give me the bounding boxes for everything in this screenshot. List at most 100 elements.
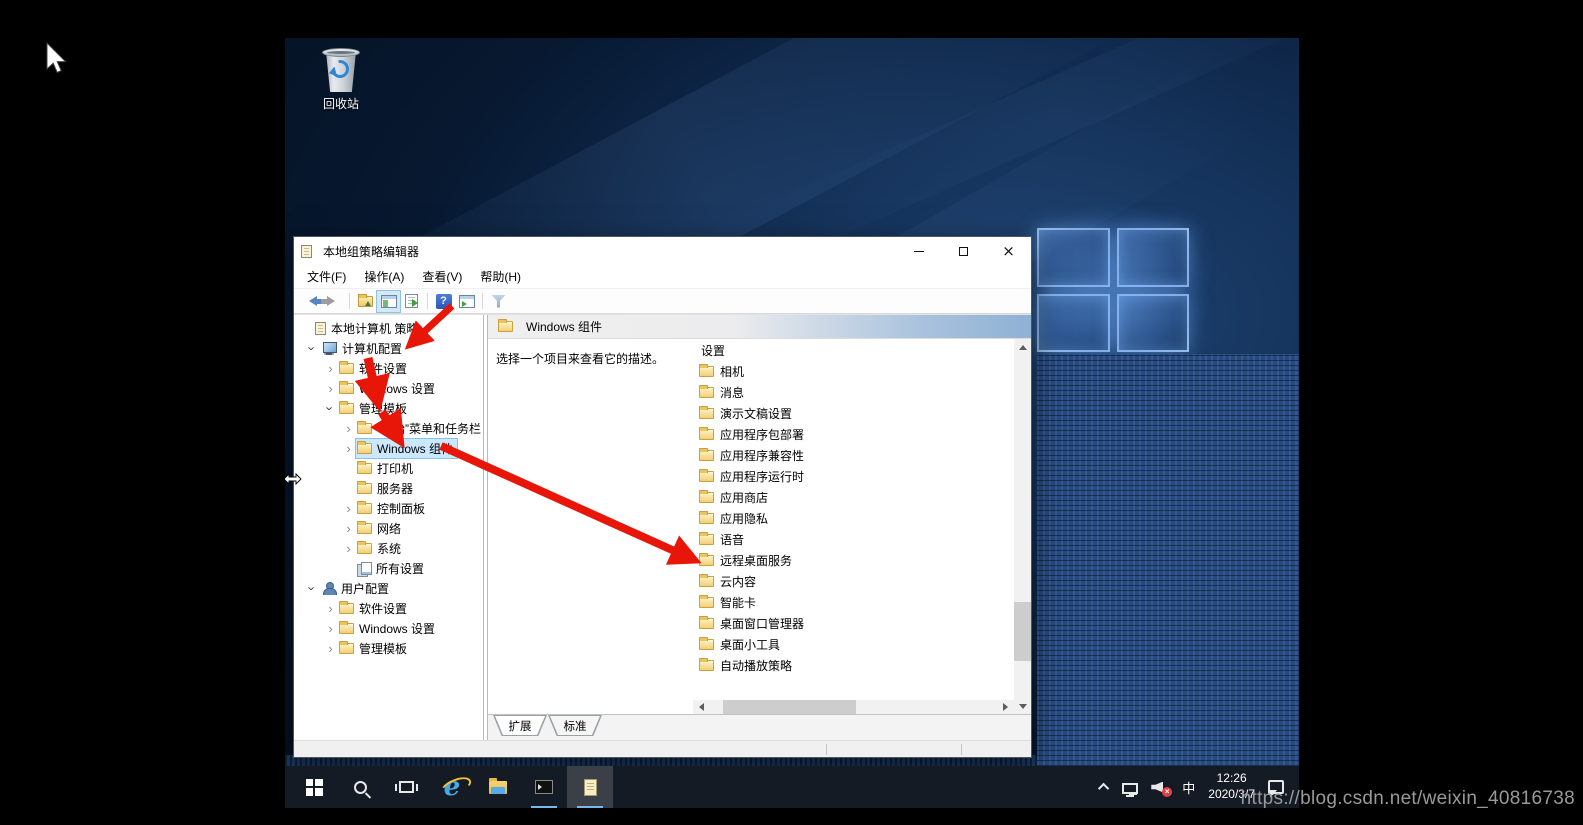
settings-item-label: 云内容: [720, 575, 757, 589]
folder-icon: [699, 364, 714, 377]
search-icon: [353, 780, 367, 794]
expander-icon[interactable]: [306, 582, 319, 595]
tree-item[interactable]: 计算机配置: [294, 338, 483, 358]
vertical-scrollbar[interactable]: [1014, 339, 1031, 714]
scroll-up-button[interactable]: [1014, 339, 1031, 354]
menu-item[interactable]: 操作(A): [355, 265, 413, 288]
scrollbar-thumb[interactable]: [723, 700, 857, 714]
forward-button[interactable]: [321, 291, 345, 312]
tree-item[interactable]: 控制面板: [294, 498, 483, 518]
toolbar-separator: [482, 293, 483, 309]
settings-list-item[interactable]: 语音: [699, 529, 1014, 550]
ime-indicator[interactable]: 中: [1182, 778, 1195, 797]
settings-list-item[interactable]: 云内容: [699, 571, 1014, 592]
view-tab[interactable]: 扩展: [493, 715, 547, 736]
folder-icon: [699, 385, 714, 398]
help-button[interactable]: ?: [432, 291, 455, 312]
view-tabs: 扩展 标准: [488, 714, 1031, 740]
settings-list-item[interactable]: 应用程序运行时: [699, 466, 1014, 487]
tree-item[interactable]: 服务器: [294, 478, 483, 498]
tree-item[interactable]: 本地计算机 策略: [294, 318, 483, 338]
command-prompt-button[interactable]: [521, 766, 567, 808]
tree-item-label: Windows 设置: [359, 381, 436, 396]
settings-list-item[interactable]: 应用隐私: [699, 508, 1014, 529]
scroll-right-button[interactable]: [998, 700, 1014, 714]
internet-explorer-icon: e: [443, 772, 461, 802]
expander-icon[interactable]: [342, 502, 355, 515]
scroll-down-button[interactable]: [1014, 699, 1031, 714]
expander-icon[interactable]: [324, 362, 337, 375]
expander-icon[interactable]: [324, 642, 337, 655]
settings-list-item[interactable]: 桌面小工具: [699, 634, 1014, 655]
scroll-left-button[interactable]: [693, 700, 709, 714]
tree-item[interactable]: 用户配置: [294, 578, 483, 598]
tree-item-label: Windows 组件: [377, 441, 454, 456]
taskbar-search-button[interactable]: [337, 766, 383, 808]
minimize-button[interactable]: [896, 237, 941, 265]
settings-list-item[interactable]: 应用程序包部署: [699, 424, 1014, 445]
start-button[interactable]: [291, 766, 337, 808]
scrollbar-thumb[interactable]: [1014, 602, 1031, 662]
tree-item[interactable]: “开始”菜单和任务栏: [294, 418, 483, 438]
expander-icon[interactable]: [324, 382, 337, 395]
settings-list-item[interactable]: 桌面窗口管理器: [699, 613, 1014, 634]
expander-icon[interactable]: [306, 342, 319, 355]
tree-item[interactable]: 软件设置: [294, 358, 483, 378]
gpedit-icon: [583, 778, 597, 796]
show-action-pane-button[interactable]: [455, 291, 478, 312]
file-explorer-button[interactable]: [475, 766, 521, 808]
tree-item-icon: [339, 400, 354, 414]
tree-item[interactable]: 管理模板: [294, 398, 483, 418]
up-one-level-button[interactable]: [354, 291, 377, 312]
settings-list-item[interactable]: 演示文稿设置: [699, 403, 1014, 424]
menu-item[interactable]: 查看(V): [413, 265, 471, 288]
task-view-button[interactable]: [383, 766, 429, 808]
tree-item[interactable]: Windows 组件: [294, 437, 483, 459]
settings-list-item[interactable]: 应用商店: [699, 487, 1014, 508]
gpedit-taskbar-button[interactable]: [567, 766, 613, 808]
settings-list-item[interactable]: 智能卡: [699, 592, 1014, 613]
titlebar[interactable]: 本地组策略编辑器 ×: [294, 237, 1031, 265]
folder-icon: [699, 595, 714, 608]
show-hidden-icons-chevron[interactable]: [1098, 782, 1110, 795]
close-button[interactable]: ×: [986, 237, 1031, 265]
menu-item[interactable]: 帮助(H): [471, 265, 530, 288]
settings-column-header[interactable]: 设置: [693, 339, 1014, 361]
expander-icon[interactable]: [324, 622, 337, 635]
expander-icon[interactable]: [342, 542, 355, 555]
view-tab[interactable]: 标准: [548, 715, 602, 736]
tree-item[interactable]: Windows 设置: [294, 378, 483, 398]
tree-item[interactable]: 所有设置: [294, 558, 483, 578]
settings-list-item[interactable]: 远程桌面服务: [699, 550, 1014, 571]
tree-item[interactable]: 系统: [294, 538, 483, 558]
tree-item[interactable]: Windows 设置: [294, 618, 483, 638]
settings-item-label: 语音: [720, 533, 745, 547]
expander-icon[interactable]: [342, 522, 355, 535]
back-button[interactable]: [299, 291, 323, 312]
tree-item[interactable]: 管理模板: [294, 638, 483, 658]
network-tray-icon[interactable]: [1122, 782, 1139, 797]
expander-icon[interactable]: [342, 442, 355, 455]
settings-list-item[interactable]: 相机: [699, 361, 1014, 382]
expander-icon[interactable]: [342, 422, 355, 435]
export-list-button[interactable]: [400, 291, 423, 312]
tree-item[interactable]: 软件设置: [294, 598, 483, 618]
volume-muted-tray-icon[interactable]: ×: [1151, 780, 1173, 797]
tree-item[interactable]: 网络: [294, 518, 483, 538]
expander-icon[interactable]: [324, 402, 337, 415]
tree-item-label: “开始”菜单和任务栏: [377, 421, 481, 436]
expander-icon[interactable]: [324, 602, 337, 615]
tree-item[interactable]: 打印机: [294, 458, 483, 478]
recycle-bin-shortcut[interactable]: 回收站: [303, 46, 379, 112]
settings-list-item[interactable]: 自动播放策略: [699, 655, 1014, 676]
settings-list-item[interactable]: 消息: [699, 382, 1014, 403]
menu-item[interactable]: 文件(F): [298, 265, 355, 288]
maximize-button[interactable]: [941, 237, 986, 265]
internet-explorer-button[interactable]: e: [429, 766, 475, 808]
filter-button[interactable]: [487, 291, 510, 312]
settings-list-item[interactable]: 应用程序兼容性: [699, 445, 1014, 466]
show-console-tree-button[interactable]: [376, 289, 401, 313]
windows-logo-icon: [305, 778, 323, 796]
horizontal-scrollbar[interactable]: [693, 700, 1014, 714]
folder-icon: [699, 637, 714, 650]
